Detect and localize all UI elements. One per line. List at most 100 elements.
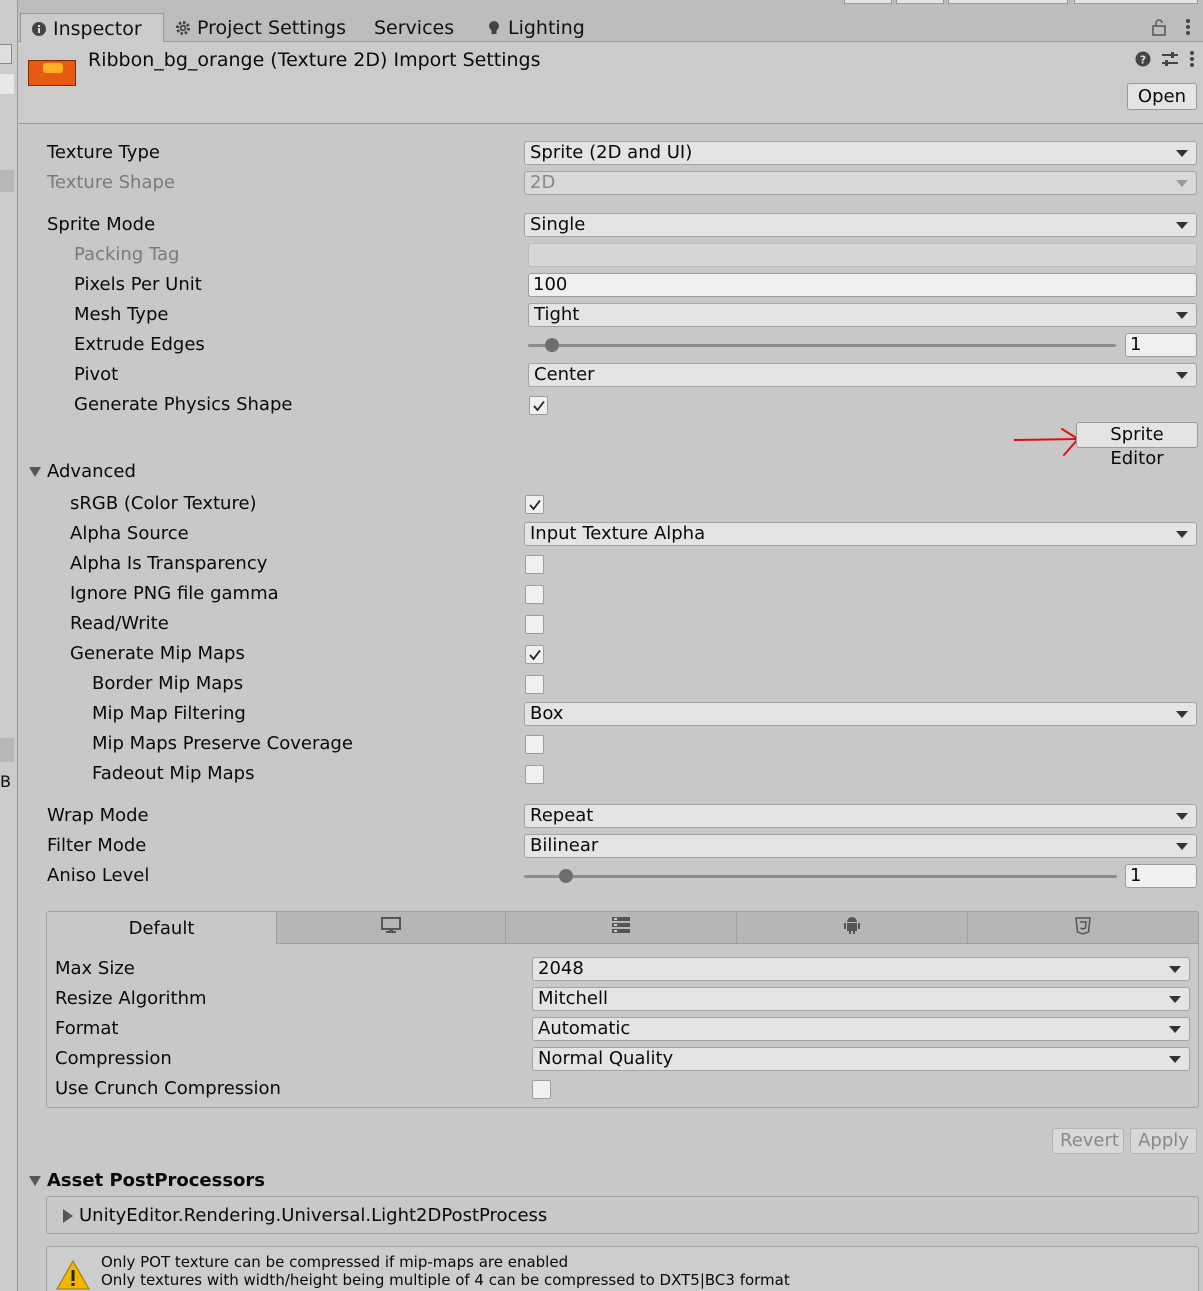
lock-icon[interactable]: [1151, 18, 1167, 36]
dropdown-value: Mitchell: [538, 988, 608, 1009]
warning-line-1: Only POT texture can be compressed if mi…: [101, 1253, 569, 1271]
sprite-editor-button[interactable]: Sprite Editor: [1076, 422, 1198, 469]
tab-inspector[interactable]: Inspector: [20, 13, 164, 43]
tab-platform-webgl[interactable]: [968, 912, 1198, 944]
tab-lighting[interactable]: Lighting: [476, 13, 595, 42]
format-dropdown[interactable]: Automatic: [532, 1017, 1190, 1041]
chevron-down-icon: [1176, 843, 1188, 850]
android-icon: [843, 915, 861, 940]
dropdown-value: Input Texture Alpha: [530, 523, 706, 544]
alpha-source-dropdown[interactable]: Input Texture Alpha: [524, 522, 1197, 546]
compression-dropdown[interactable]: Normal Quality: [532, 1047, 1190, 1071]
aniso-level-slider-handle[interactable]: [558, 869, 573, 883]
html5-icon: [1075, 915, 1091, 940]
toolbar-button[interactable]: [896, 0, 944, 4]
mesh-type-dropdown[interactable]: Tight: [528, 303, 1197, 327]
foldout-expanded-icon: [29, 1175, 41, 1186]
use-crunch-compression-checkbox[interactable]: [532, 1080, 551, 1099]
asset-postprocessors-foldout[interactable]: Asset PostProcessors: [29, 1170, 265, 1191]
chevron-down-icon: [1169, 996, 1181, 1003]
alpha-is-transparency-checkbox[interactable]: [525, 555, 544, 574]
pivot-dropdown[interactable]: Center: [528, 363, 1197, 387]
toolbar-button[interactable]: [948, 0, 1068, 4]
ignore-png-gamma-label: Ignore PNG file gamma: [70, 583, 279, 604]
toolbar-button[interactable]: [1074, 0, 1198, 4]
generate-physics-shape-label: Generate Physics Shape: [74, 394, 293, 415]
border-mip-maps-checkbox[interactable]: [525, 675, 544, 694]
mip-maps-preserve-coverage-checkbox[interactable]: [525, 735, 544, 754]
platform-settings-panel: Default Max Size 2048 Resize Algorithm M…: [46, 911, 1199, 1108]
dropdown-value: Center: [534, 364, 595, 385]
max-size-dropdown[interactable]: 2048: [532, 957, 1190, 981]
postprocessor-foldout[interactable]: UnityEditor.Rendering.Universal.Light2DP…: [63, 1205, 547, 1226]
kebab-menu-icon[interactable]: [1185, 17, 1191, 37]
tab-label: Project Settings: [197, 16, 346, 39]
packing-tag-field: [528, 243, 1197, 267]
sprite-mode-dropdown[interactable]: Single: [524, 213, 1197, 237]
resize-algorithm-dropdown[interactable]: Mitchell: [532, 987, 1190, 1011]
checkmark-icon: [533, 400, 545, 412]
info-icon: [31, 21, 47, 37]
tab-project-settings[interactable]: Project Settings: [165, 13, 356, 42]
filter-mode-dropdown[interactable]: Bilinear: [524, 834, 1197, 858]
filter-mode-label: Filter Mode: [47, 835, 147, 856]
dropdown-value: 2D: [530, 172, 556, 193]
panel-edge-highlight-2: [0, 738, 14, 762]
postprocessor-item[interactable]: UnityEditor.Rendering.Universal.Light2DP…: [46, 1196, 1199, 1234]
texture-type-dropdown[interactable]: Sprite (2D and UI): [524, 141, 1197, 165]
platform-tab-bar: Default: [47, 912, 1198, 944]
aniso-level-slider-track[interactable]: [524, 875, 1117, 878]
panel-edge-field: [0, 74, 14, 94]
generate-physics-shape-checkbox[interactable]: [529, 396, 548, 415]
checkmark-icon: [529, 649, 541, 661]
tab-platform-default[interactable]: Default: [47, 912, 277, 944]
sprite-mode-label: Sprite Mode: [47, 214, 156, 235]
panel-edge-text: B: [0, 772, 11, 791]
revert-button[interactable]: Revert: [1052, 1128, 1124, 1154]
compression-label: Compression: [55, 1048, 172, 1069]
dropdown-value: Normal Quality: [538, 1048, 674, 1069]
chevron-down-icon: [1176, 813, 1188, 820]
preset-sliders-icon[interactable]: [1161, 51, 1179, 72]
tab-services[interactable]: Services: [364, 13, 464, 42]
tab-platform-standalone[interactable]: [277, 912, 506, 944]
kebab-menu-icon[interactable]: [1189, 50, 1195, 73]
tab-label: Default: [128, 917, 195, 939]
open-button[interactable]: Open: [1126, 83, 1197, 110]
srgb-checkbox[interactable]: [525, 495, 544, 514]
extrude-edges-slider-handle[interactable]: [544, 338, 559, 352]
chevron-down-icon: [1176, 150, 1188, 157]
panel-edge-highlight: [0, 170, 14, 192]
alpha-is-transparency-label: Alpha Is Transparency: [70, 553, 268, 574]
dropdown-value: Single: [530, 214, 586, 235]
annotation-arrow-icon: [1013, 428, 1080, 456]
read-write-checkbox[interactable]: [525, 615, 544, 634]
toolbar-button[interactable]: [844, 0, 892, 4]
postprocessor-name: UnityEditor.Rendering.Universal.Light2DP…: [79, 1205, 548, 1226]
pixels-per-unit-field[interactable]: 100: [528, 273, 1197, 297]
tab-platform-server[interactable]: [506, 912, 737, 944]
advanced-foldout[interactable]: Advanced: [29, 461, 136, 482]
dropdown-value: Repeat: [530, 805, 594, 826]
mesh-type-label: Mesh Type: [74, 304, 169, 325]
extrude-edges-label: Extrude Edges: [74, 334, 205, 355]
help-icon[interactable]: ?: [1135, 51, 1151, 72]
border-mip-maps-label: Border Mip Maps: [92, 673, 244, 694]
tab-platform-android[interactable]: [737, 912, 968, 944]
gear-icon: [175, 20, 191, 36]
extrude-edges-slider-track[interactable]: [528, 344, 1116, 347]
inspector-body: Texture Type Sprite (2D and UI) Texture …: [18, 124, 1203, 1291]
mip-map-filtering-dropdown[interactable]: Box: [524, 702, 1197, 726]
extrude-edges-field[interactable]: 1: [1125, 333, 1197, 357]
generate-mip-maps-checkbox[interactable]: [525, 645, 544, 664]
panel-edge-icon: [0, 44, 12, 64]
dropdown-value: Sprite (2D and UI): [530, 142, 693, 163]
texture-shape-label: Texture Shape: [47, 172, 175, 193]
fadeout-mip-maps-checkbox[interactable]: [525, 765, 544, 784]
warning-helpbox: Only POT texture can be compressed if mi…: [46, 1246, 1199, 1291]
aniso-level-field[interactable]: 1: [1125, 864, 1197, 888]
ignore-png-gamma-checkbox[interactable]: [525, 585, 544, 604]
apply-button[interactable]: Apply: [1130, 1128, 1197, 1154]
wrap-mode-dropdown[interactable]: Repeat: [524, 804, 1197, 828]
srgb-label: sRGB (Color Texture): [70, 493, 257, 514]
